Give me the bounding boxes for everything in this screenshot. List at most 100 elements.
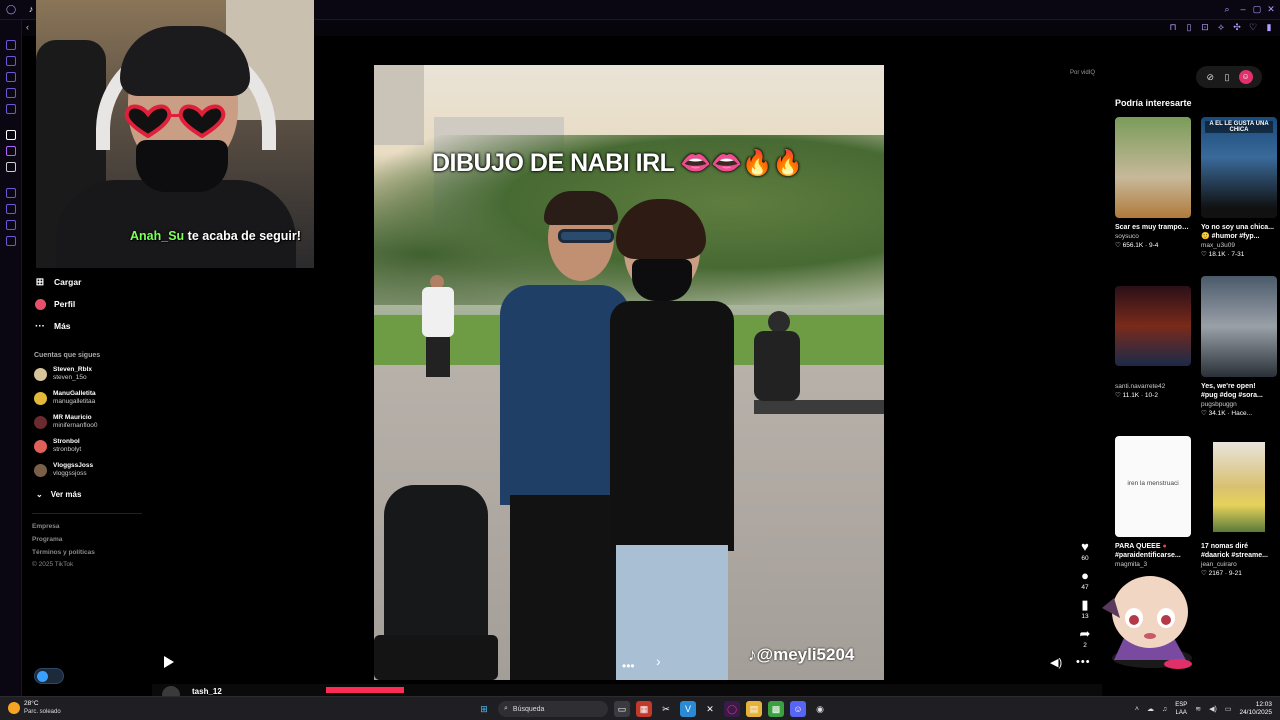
comment-button[interactable]: ● 47 — [1076, 569, 1094, 592]
recommendation-card[interactable]: iren la menstruaci PARA QUEEE ● #paraide… — [1115, 436, 1191, 568]
nav-upload[interactable]: ⊞ Cargar — [34, 274, 82, 290]
battery-icon[interactable]: ▭ — [1225, 705, 1232, 713]
back-icon[interactable]: ‹ — [26, 22, 29, 32]
extensions-icon[interactable]: ✣ — [1232, 22, 1242, 32]
rail-item-icon[interactable] — [6, 236, 16, 246]
search-icon[interactable]: ⌕ — [1222, 4, 1232, 14]
video-thumbnail — [1201, 436, 1277, 537]
recommendation-card[interactable]: Yes, we're open! #pug #dog #sora... pugs… — [1201, 276, 1277, 417]
minecraft-app-icon[interactable]: ▩ — [768, 701, 784, 717]
like-button[interactable]: ♥ 60 — [1076, 540, 1094, 563]
device-icon[interactable]: ▯ — [1222, 72, 1232, 82]
opera-gx-app-icon[interactable]: ◯ — [724, 701, 740, 717]
minimize-icon[interactable]: – — [1238, 4, 1248, 14]
carousel-dots[interactable]: ••• — [622, 659, 635, 673]
compass-icon[interactable]: ⊘ — [1205, 72, 1215, 82]
follow-button[interactable] — [326, 687, 404, 693]
footer-link-program[interactable]: Programa — [32, 536, 62, 543]
save-button[interactable]: ▮ 13 — [1076, 598, 1094, 621]
profile-avatar-icon — [34, 298, 46, 310]
rail-item-icon[interactable] — [6, 40, 16, 50]
rail-item-icon[interactable] — [6, 162, 16, 172]
following-account[interactable]: Steven_Rblx steven_15o — [34, 364, 92, 384]
divider — [32, 513, 142, 514]
share-arrow-icon: ➦ — [1079, 626, 1091, 641]
x-app-icon[interactable]: ✕ — [702, 701, 718, 717]
profile-icon[interactable]: ☺ — [1238, 70, 1253, 84]
weather-widget[interactable]: 28°C Parc. soleado — [8, 700, 61, 716]
rail-item-icon[interactable] — [6, 204, 16, 214]
rail-item-icon[interactable] — [6, 72, 16, 82]
phone-icon[interactable]: ▯ — [1184, 22, 1194, 32]
windows-start-icon[interactable]: ⊞ — [476, 701, 492, 717]
tray-overflow-icon[interactable]: ˄ — [1135, 706, 1139, 713]
card-author: magmita_3 — [1115, 561, 1148, 568]
chevron-down-icon: ⌄ — [36, 490, 43, 499]
save-count: 13 — [1081, 613, 1089, 620]
bookmark-icon[interactable]: ⊓ — [1168, 22, 1178, 32]
card-stats: ♡ 18.1K · 7-31 — [1201, 251, 1245, 258]
recommendation-card[interactable]: Scar es muy tramposa jugando... soysuco … — [1115, 117, 1191, 249]
browser-logo-icon: ◯ — [6, 4, 17, 14]
footer-link-company[interactable]: Empresa — [32, 523, 59, 530]
obs-app-icon[interactable]: ◉ — [812, 701, 828, 717]
following-account[interactable]: ManuGalletita manugalletitaa — [34, 388, 96, 408]
discord-app-icon[interactable]: ☺ — [790, 701, 806, 717]
following-account[interactable]: VloggssJoss vloggssjoss — [34, 460, 93, 480]
card-author: max_u3u09 — [1201, 242, 1235, 249]
rail-item-icon[interactable] — [6, 104, 16, 114]
rail-item-icon[interactable] — [6, 188, 16, 198]
recommendation-card[interactable]: santi.navarrete42 ♡ 11.1K · 10-2 — [1115, 286, 1191, 399]
follow-alert-user: Anah_Su — [130, 229, 185, 243]
more-options-icon[interactable]: ••• — [1076, 656, 1091, 668]
share-button[interactable]: ➦ 2 — [1076, 626, 1094, 650]
calendar-app-icon[interactable]: ▦ — [636, 701, 652, 717]
wifi-icon[interactable]: ≋ — [1195, 705, 1201, 713]
rail-item-icon[interactable] — [6, 56, 16, 66]
following-account[interactable]: Stronbol stronbolyt — [34, 436, 81, 456]
nav-profile[interactable]: Perfil — [34, 296, 75, 312]
sidebar-toggle-icon[interactable]: ▮ — [1264, 22, 1274, 32]
nav-more[interactable]: ··· Más — [34, 318, 71, 334]
taskbar-search[interactable]: ⌕ Búsqueda — [498, 701, 608, 717]
account-username: minifernanfloo0 — [53, 422, 98, 429]
rail-item-icon[interactable] — [6, 220, 16, 230]
favorites-icon[interactable]: ♡ — [1248, 22, 1258, 32]
following-account[interactable]: MR Mauricio minifernanfloo0 — [34, 412, 97, 432]
onedrive-icon[interactable]: ☁ — [1147, 705, 1154, 713]
file-explorer-icon[interactable]: ▤ — [746, 701, 762, 717]
rail-item-icon[interactable] — [6, 88, 16, 98]
next-arrow-icon[interactable]: › — [656, 653, 661, 669]
clock[interactable]: 12:03 24/10/2025 — [1239, 701, 1272, 717]
play-icon[interactable] — [163, 655, 175, 669]
recommendation-card[interactable]: A EL LE GUSTA UNA CHICA Yo no soy una ch… — [1201, 117, 1277, 258]
translate-icon[interactable]: ⟡ — [1216, 22, 1226, 32]
volume-icon[interactable]: ◀) — [1050, 656, 1062, 669]
maximize-icon[interactable]: ▢ — [1252, 4, 1262, 14]
speaker-icon[interactable]: ◀) — [1209, 705, 1217, 713]
vs-app-icon[interactable]: V — [680, 701, 696, 717]
close-icon[interactable]: ✕ — [1266, 4, 1276, 14]
recommendations-title: Podría interesarte — [1115, 98, 1192, 108]
heart-icon: ♡ — [1201, 410, 1209, 417]
capcut-app-icon[interactable]: ✂ — [658, 701, 674, 717]
see-more-button[interactable]: ⌄ Ver más — [36, 490, 81, 499]
next-video-preview[interactable]: tash_12 — [152, 684, 1102, 704]
footer-link-terms[interactable]: Términos y políticas — [32, 549, 95, 556]
video-thumbnail: iren la menstruaci — [1115, 436, 1191, 537]
time: 12:03 — [1255, 701, 1272, 708]
mic-icon[interactable]: ♫ — [1162, 706, 1167, 713]
card-stats: ♡ 34.1K · Hace... — [1201, 410, 1252, 417]
rail-item-icon[interactable] — [6, 146, 16, 156]
language-indicator[interactable]: ESP LAA — [1175, 701, 1187, 717]
task-view-icon[interactable]: ▭ — [614, 701, 630, 717]
heart-icon: ♡ — [1201, 570, 1209, 577]
video-player[interactable]: DIBUJO DE NABI IRL 👄👄🔥🔥 ••• › ♪@meyli520… — [374, 65, 884, 680]
cast-icon[interactable]: ⊡ — [1200, 22, 1210, 32]
avatar — [34, 367, 47, 381]
tiktok-tab-icon[interactable]: ♪ — [26, 4, 36, 14]
top-right-controls: ⊘ ▯ ☺ — [1196, 66, 1262, 88]
rail-item-icon[interactable] — [6, 130, 16, 140]
extension-toggle[interactable] — [34, 668, 64, 684]
recommendation-card[interactable]: 17 nomas diré #daarick #streame... jean_… — [1201, 436, 1277, 577]
